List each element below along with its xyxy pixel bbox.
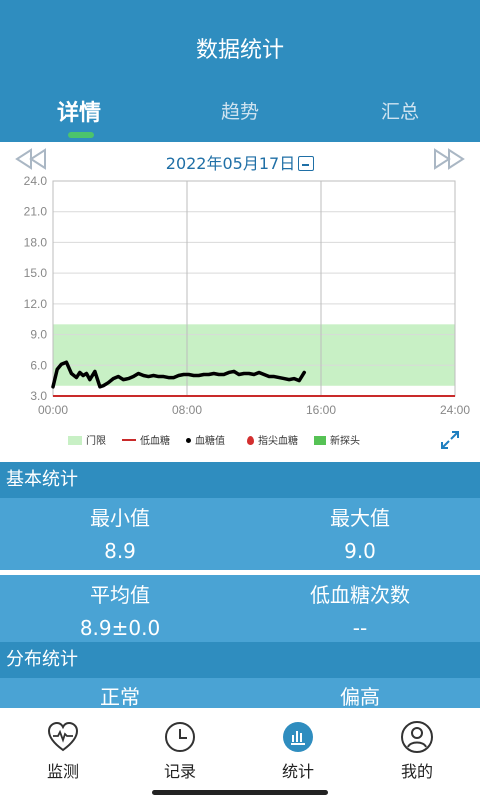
tab-trend[interactable]: 趋势 — [221, 97, 259, 124]
legend-fingertip: 指尖血糖 — [247, 432, 298, 447]
nav-statistics[interactable]: 统计 — [238, 720, 358, 782]
home-indicator — [152, 790, 328, 795]
target-range-band — [53, 324, 455, 386]
glucose-chart: 3.0 6.0 9.0 12.0 15.0 18.0 21.0 24.0 00:00 08:00 1… — [24, 175, 471, 417]
dist-high: 偏高 — [340, 685, 380, 709]
distribution-row: 正常 偏高 — [0, 678, 480, 710]
bottom-nav: 监测 记录 统计 我的 — [0, 708, 480, 800]
y-tick-label: 18.0 — [24, 235, 48, 249]
stat-min: 最小值 8.9 — [90, 506, 150, 563]
legend-glucose: 血糖值 — [186, 432, 225, 447]
distribution-header: 分布统计 — [0, 642, 480, 678]
nav-profile[interactable]: 我的 — [357, 720, 477, 782]
page-title: 数据统计 — [195, 38, 284, 63]
tab-summary[interactable]: 汇总 — [381, 97, 419, 124]
chart-legend: 门限 低血糖 血糖值 指尖血糖 新探头 — [0, 432, 440, 448]
bar-chart-icon — [283, 722, 313, 752]
x-tick-label: 24:00 — [440, 403, 470, 417]
y-tick-label: 12.0 — [24, 297, 48, 311]
calendar-icon — [298, 156, 315, 171]
next-day-icon[interactable] — [433, 148, 465, 170]
y-tick-label: 21.0 — [24, 205, 48, 219]
heart-monitor-icon — [47, 721, 79, 752]
stat-average: 平均值 8.9±0.0 — [79, 583, 161, 640]
y-tick-label: 24.0 — [24, 175, 48, 188]
basic-stats-header: 基本统计 — [0, 462, 480, 498]
stat-low-count: 低血糖次数 -- — [310, 583, 410, 640]
y-tick-label: 3.0 — [30, 389, 47, 403]
y-tick-label: 9.0 — [30, 328, 47, 342]
date-label: 2022年05月17日 — [165, 154, 296, 173]
tab-indicator — [68, 132, 94, 138]
user-icon — [401, 721, 433, 753]
x-tick-label: 16:00 — [306, 403, 336, 417]
tab-details[interactable]: 详情 — [57, 95, 101, 127]
x-tick-label: 08:00 — [172, 403, 202, 417]
y-tick-label: 15.0 — [24, 266, 48, 280]
y-tick-label: 6.0 — [30, 358, 47, 372]
date-display[interactable]: 2022年05月17日 — [0, 150, 480, 174]
date-row: 2022年05月17日 — [0, 148, 480, 174]
nav-records[interactable]: 记录 — [120, 720, 240, 782]
nav-monitor[interactable]: 监测 — [3, 720, 123, 782]
stats-row-1: 最小值 8.9 最大值 9.0 — [0, 498, 480, 570]
stat-max: 最大值 9.0 — [330, 506, 390, 563]
legend-low: 低血糖 — [122, 432, 170, 447]
clock-icon — [165, 722, 195, 752]
dist-normal: 正常 — [100, 685, 140, 709]
legend-threshold: 门限 — [68, 432, 106, 447]
legend-new-probe: 新探头 — [314, 432, 360, 447]
expand-chart-icon[interactable] — [440, 430, 460, 450]
app-header: 数据统计 详情 趋势 汇总 — [0, 0, 480, 142]
x-tick-label: 00:00 — [38, 403, 68, 417]
stats-row-2: 平均值 8.9±0.0 低血糖次数 -- — [0, 575, 480, 645]
